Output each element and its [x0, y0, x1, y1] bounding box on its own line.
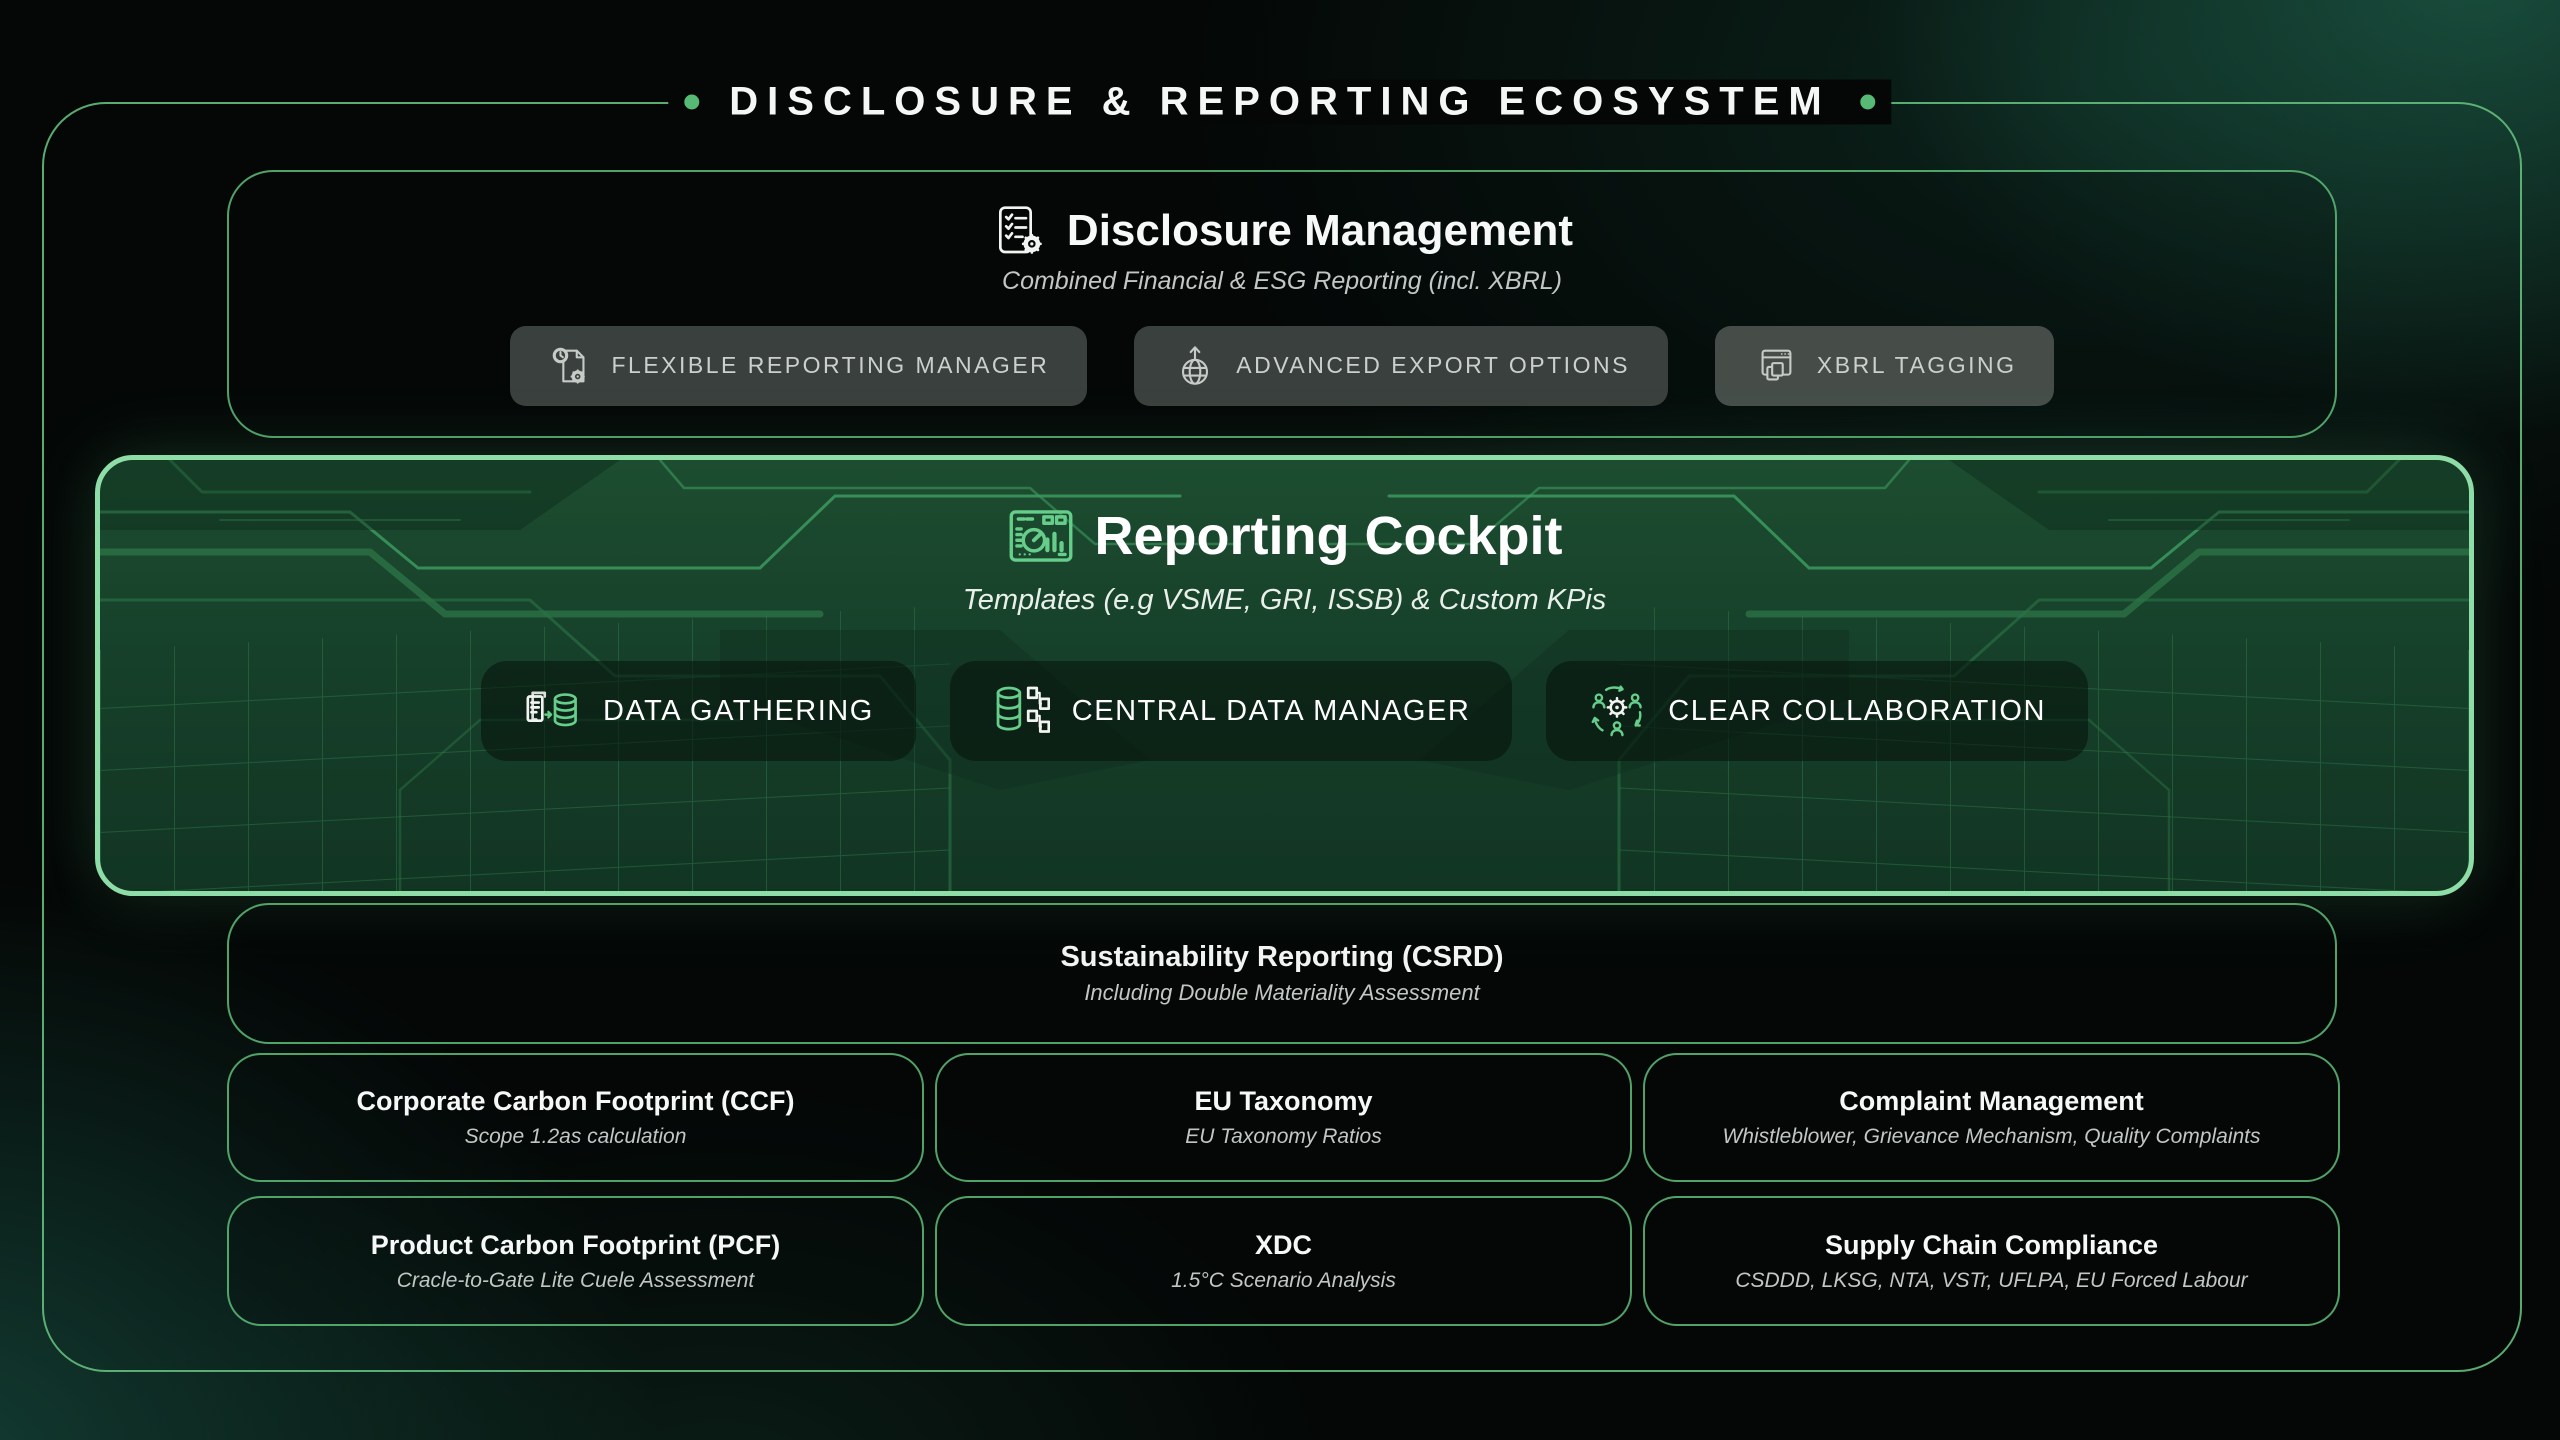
module-title: Supply Chain Compliance — [1825, 1230, 2158, 1261]
module-subtitle: Cracle-to-Gate Lite Cuele Assessment — [397, 1269, 755, 1293]
module-eu-taxonomy: EU Taxonomy EU Taxonomy Ratios — [935, 1053, 1632, 1182]
module-subtitle: CSDDD, LKSG, NTA, VSTr, UFLPA, EU Forced… — [1735, 1269, 2247, 1293]
page-title: DISCLOSURE & REPORTING ECOSYSTEM — [729, 80, 1830, 125]
pill-label: XBRL TAGGING — [1817, 352, 2017, 379]
ecosystem-diagram: DISCLOSURE & REPORTING ECOSYSTEM Disclos… — [0, 0, 2560, 1440]
reporting-cockpit-header: Reporting Cockpit — [1007, 502, 1563, 570]
module-title: EU Taxonomy — [1194, 1086, 1372, 1117]
csrd-subtitle: Including Double Materiality Assessment — [1084, 980, 1479, 1006]
module-title: Complaint Management — [1839, 1086, 2144, 1117]
module-title: XDC — [1255, 1230, 1312, 1261]
pill-clear-collaboration: CLEAR COLLABORATION — [1546, 661, 2088, 761]
globe-export-icon — [1172, 343, 1218, 389]
disclosure-management-subtitle: Combined Financial & ESG Reporting (incl… — [1002, 267, 1562, 296]
report-clock-gear-icon — [548, 343, 594, 389]
csrd-panel: Sustainability Reporting (CSRD) Includin… — [227, 903, 2337, 1044]
pill-advanced-export-options: ADVANCED EXPORT OPTIONS — [1134, 326, 1668, 406]
title-left-dot-icon — [684, 95, 699, 110]
module-subtitle: 1.5°C Scenario Analysis — [1171, 1269, 1396, 1293]
pill-label: CLEAR COLLABORATION — [1668, 695, 2046, 728]
module-product-carbon-footprint: Product Carbon Footprint (PCF) Cracle-to… — [227, 1196, 924, 1326]
module-subtitle: Whistleblower, Grievance Mechanism, Qual… — [1722, 1125, 2260, 1149]
pill-flexible-reporting-manager: FLEXIBLE REPORTING MANAGER — [510, 326, 1088, 406]
cockpit-pill-row: DATA GATHERING — [481, 661, 2088, 761]
disclosure-management-title: Disclosure Management — [1067, 206, 1573, 256]
pill-label: DATA GATHERING — [603, 695, 874, 728]
pill-data-gathering: DATA GATHERING — [481, 661, 916, 761]
reporting-cockpit-title: Reporting Cockpit — [1095, 505, 1563, 567]
module-corporate-carbon-footprint: Corporate Carbon Footprint (CCF) Scope 1… — [227, 1053, 924, 1182]
pill-label: CENTRAL DATA MANAGER — [1072, 695, 1470, 728]
title-right-dot-icon — [1861, 95, 1876, 110]
reporting-cockpit-panel: Reporting Cockpit Templates (e.g VSME, G… — [95, 455, 2474, 896]
module-subtitle: Scope 1.2as calculation — [465, 1125, 687, 1149]
pill-xbrl-tagging: XBRL TAGGING — [1715, 326, 2055, 406]
page-title-band: DISCLOSURE & REPORTING ECOSYSTEM — [668, 80, 1891, 125]
pill-central-data-manager: CENTRAL DATA MANAGER — [950, 661, 1512, 761]
module-xdc: XDC 1.5°C Scenario Analysis — [935, 1196, 1632, 1326]
module-complaint-management: Complaint Management Whistleblower, Grie… — [1643, 1053, 2340, 1182]
document-to-database-icon — [523, 682, 581, 740]
module-subtitle: EU Taxonomy Ratios — [1185, 1125, 1381, 1149]
module-supply-chain-compliance: Supply Chain Compliance CSDDD, LKSG, NTA… — [1643, 1196, 2340, 1326]
disclosure-pill-row: FLEXIBLE REPORTING MANAGER ADVANCED EXPO… — [510, 326, 2055, 406]
pill-label: FLEXIBLE REPORTING MANAGER — [612, 352, 1050, 379]
csrd-title: Sustainability Reporting (CSRD) — [1060, 941, 1503, 974]
module-title: Product Carbon Footprint (PCF) — [371, 1230, 780, 1261]
module-title: Corporate Carbon Footprint (CCF) — [357, 1086, 795, 1117]
browser-windows-icon — [1753, 343, 1799, 389]
dashboard-icon — [1007, 502, 1075, 570]
checklist-gear-icon — [991, 203, 1047, 259]
disclosure-management-header: Disclosure Management — [991, 203, 1573, 259]
pill-label: ADVANCED EXPORT OPTIONS — [1236, 352, 1630, 379]
disclosure-management-panel: Disclosure Management Combined Financial… — [227, 170, 2337, 438]
reporting-cockpit-content: Reporting Cockpit Templates (e.g VSME, G… — [100, 460, 2469, 761]
people-gear-icon — [1588, 682, 1646, 740]
database-nodes-icon — [992, 682, 1050, 740]
reporting-cockpit-subtitle: Templates (e.g VSME, GRI, ISSB) & Custom… — [963, 584, 1607, 617]
